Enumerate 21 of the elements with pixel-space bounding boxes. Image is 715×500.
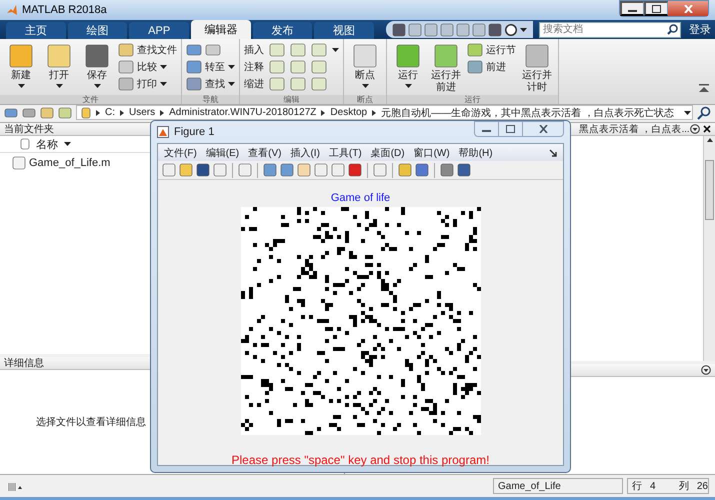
line-label: 行 [632,480,642,493]
column-label: 列 [678,480,689,493]
group-label: 运行 [387,95,558,104]
window-title: MATLAB R2018a [22,4,107,16]
row-label: 缩进 [244,78,264,91]
instruction-text: Please press "space" key and stop this program! [232,453,490,467]
editor-title: 黑点表示活着 ，白点表... [579,122,690,136]
column-number: 26 [696,480,708,492]
status-file: Game_of_Life [498,480,561,492]
details-message: 选择文件以查看详细信息 [36,416,146,429]
figure-title: Figure 1 [174,126,214,138]
row-label: 插入 [244,44,264,57]
group-label: 导航 [182,95,239,104]
row-label: 注释 [244,60,264,74]
group-label: 断点 [344,95,386,104]
panel-title: 详细信息 [4,356,44,370]
axes-title: Game of life [330,192,390,205]
group-label: 编辑 [240,95,343,104]
panel-title: 当前文件夹 [4,122,54,136]
group-label: 文件 [0,95,181,104]
line-number: 4 [650,480,656,492]
